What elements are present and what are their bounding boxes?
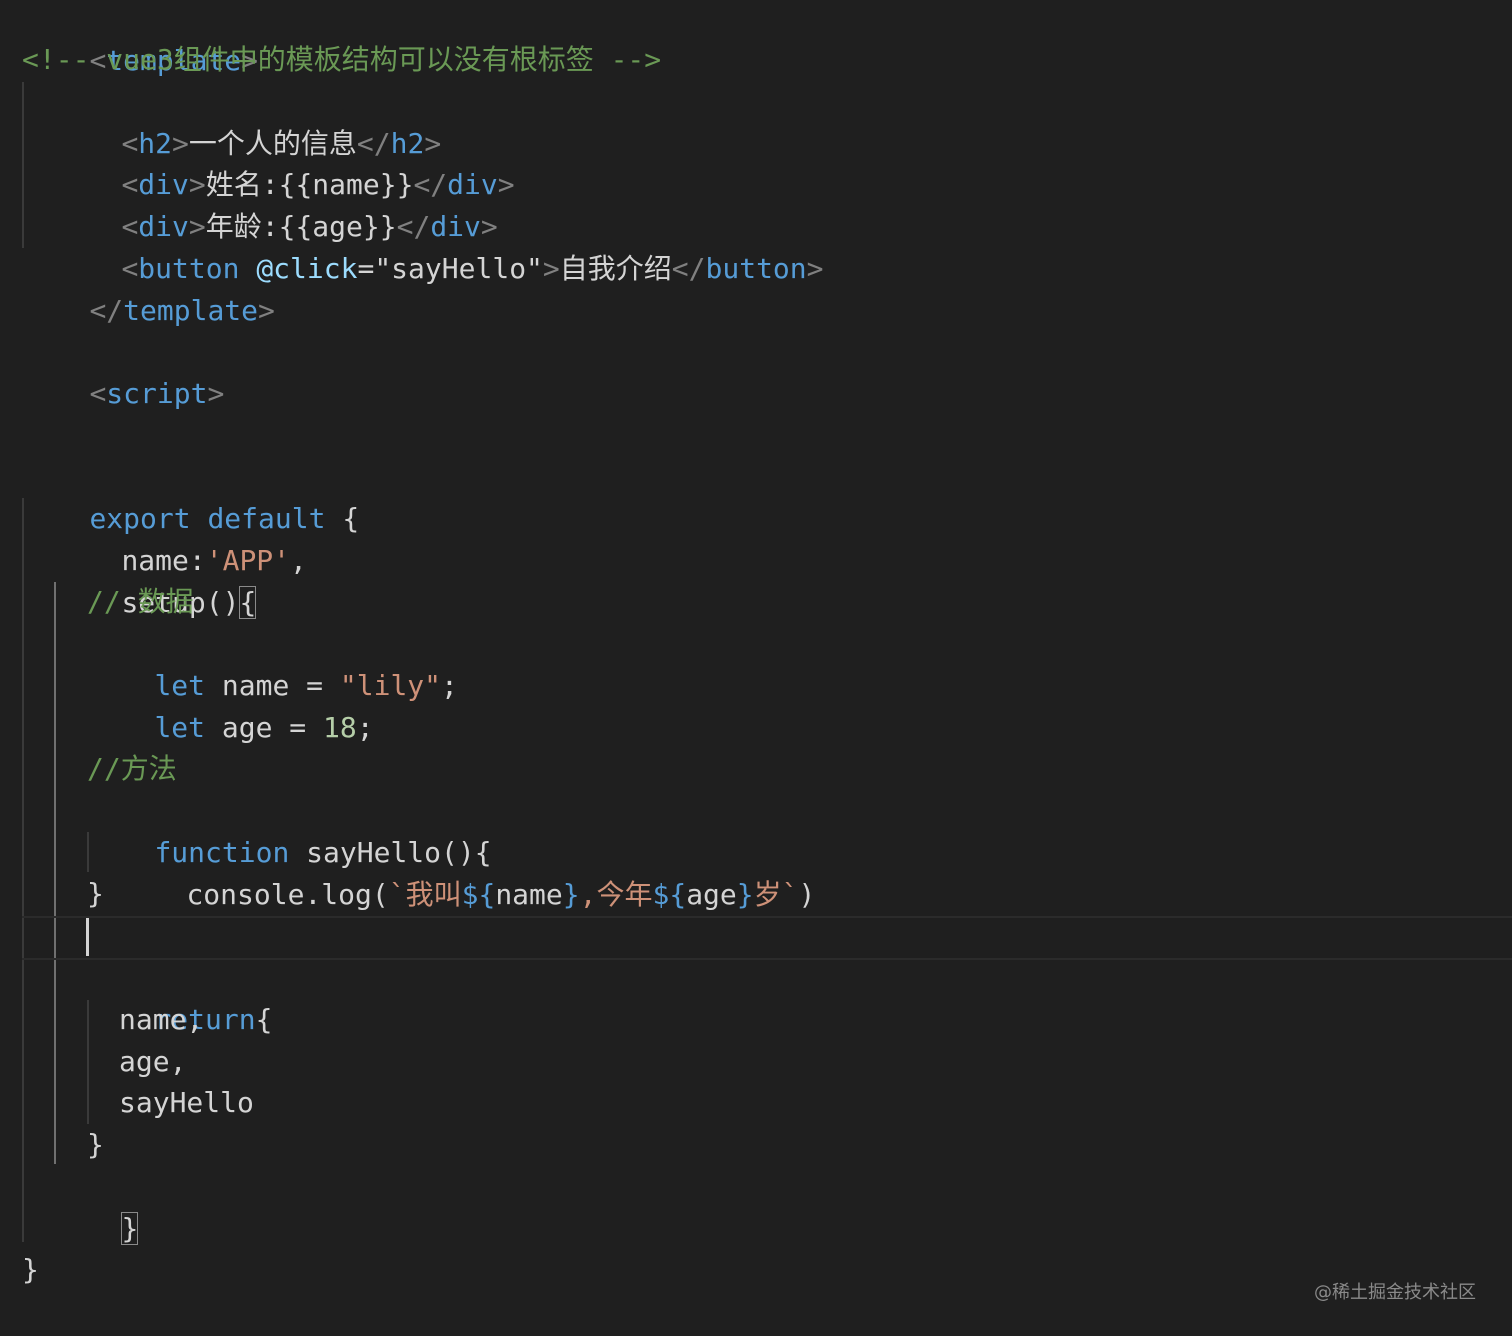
code-line-export-close: } (22, 1253, 39, 1286)
tag-bracket: > (258, 294, 275, 327)
number-literal: 18 (323, 711, 357, 744)
code-line-h2: <h2>一个人的信息</h2> (54, 81, 441, 160)
attribute-value: "sayHello" (374, 252, 543, 285)
indent-guide-export (22, 498, 24, 1242)
code-line-comment: <!-- vue3组件中的模板结构可以没有根标签 --> (22, 43, 662, 76)
code-line-console-log: console.log(`我叫${name},今年${age}岁`) (119, 832, 815, 911)
tag-bracket: </ (671, 252, 706, 285)
code-line-return-age: age, (119, 1045, 187, 1078)
keyword: let (154, 711, 206, 744)
code-line-setup-close: } (54, 1166, 139, 1245)
interpolation-variable: age (686, 878, 737, 911)
semicolon: ; (356, 711, 374, 744)
interpolation-variable: name (495, 878, 563, 911)
interpolation-brace: ${ (652, 878, 687, 911)
code-line-comment-data: // 数据 (87, 585, 194, 618)
tag-name: script (106, 377, 208, 410)
watermark: @稀土掘金技术社区 (1314, 1282, 1476, 1303)
code-line-return-name: name, (119, 1003, 204, 1036)
semicolon: ; (441, 669, 458, 702)
tag-bracket: > (806, 252, 824, 285)
tag-name: template (123, 294, 259, 327)
function-call: console.log( (186, 878, 389, 911)
indent-guide-setup (54, 582, 56, 1164)
comma: , (290, 544, 307, 577)
code-line-template-open: <template> (22, 0, 258, 77)
code-line-return-close: } (87, 1128, 104, 1161)
code-line-let-name: let name = "lily"; (87, 623, 457, 702)
code-line-script-close: </script> (22, 1291, 241, 1333)
matched-brace: { (239, 586, 257, 619)
code-line-template-close: </template> (22, 248, 274, 327)
code-line-return: return{ (87, 957, 272, 1036)
identifier: age = (205, 711, 324, 744)
code-line-function-close: } (87, 877, 104, 910)
matched-brace: } (121, 1212, 139, 1245)
code-line-setup: setup(){ (54, 540, 257, 619)
code-line-script-open: <script> (22, 331, 224, 410)
template-string: ,今年 (579, 878, 653, 911)
code-line-name-prop: name:'APP', (54, 498, 306, 577)
text-cursor (86, 918, 89, 956)
tag-text: 自我介绍 (559, 252, 672, 285)
equals-sign: = (357, 252, 375, 285)
code-line-comment-method: //方法 (87, 752, 177, 785)
template-string: `我叫 (388, 878, 462, 911)
code-line-let-age: let age = 18; (87, 665, 373, 744)
code-line-return-sayhello: sayHello (119, 1086, 254, 1119)
interpolation-brace: ${ (461, 878, 496, 911)
tag-bracket: < (89, 377, 107, 410)
tag-name: button (705, 252, 807, 285)
tag-bracket: > (207, 377, 225, 410)
code-editor[interactable]: <template> <!-- vue3组件中的模板结构可以没有根标签 --> … (0, 0, 1512, 1336)
tag-bracket: > (497, 168, 515, 201)
code-line-export: export default { (22, 456, 359, 535)
interpolation-brace: } (562, 878, 580, 911)
code-line-div-name: <div>姓名:{{name}}</div> (54, 122, 514, 201)
code-line-button: <button @click="sayHello">自我介绍</button> (54, 206, 823, 285)
brace: { (342, 502, 360, 535)
tag-bracket: > (542, 252, 560, 285)
code-line-div-age: <div>年龄:{{age}}</div> (54, 164, 497, 243)
interpolation-brace: } (736, 878, 754, 911)
brace: { (255, 1003, 273, 1036)
current-line-highlight (22, 916, 1512, 960)
paren: ) (798, 878, 816, 911)
code-line-function: function sayHello(){ (87, 790, 491, 869)
tag-bracket: </ (89, 294, 124, 327)
template-string: 岁` (753, 878, 799, 911)
